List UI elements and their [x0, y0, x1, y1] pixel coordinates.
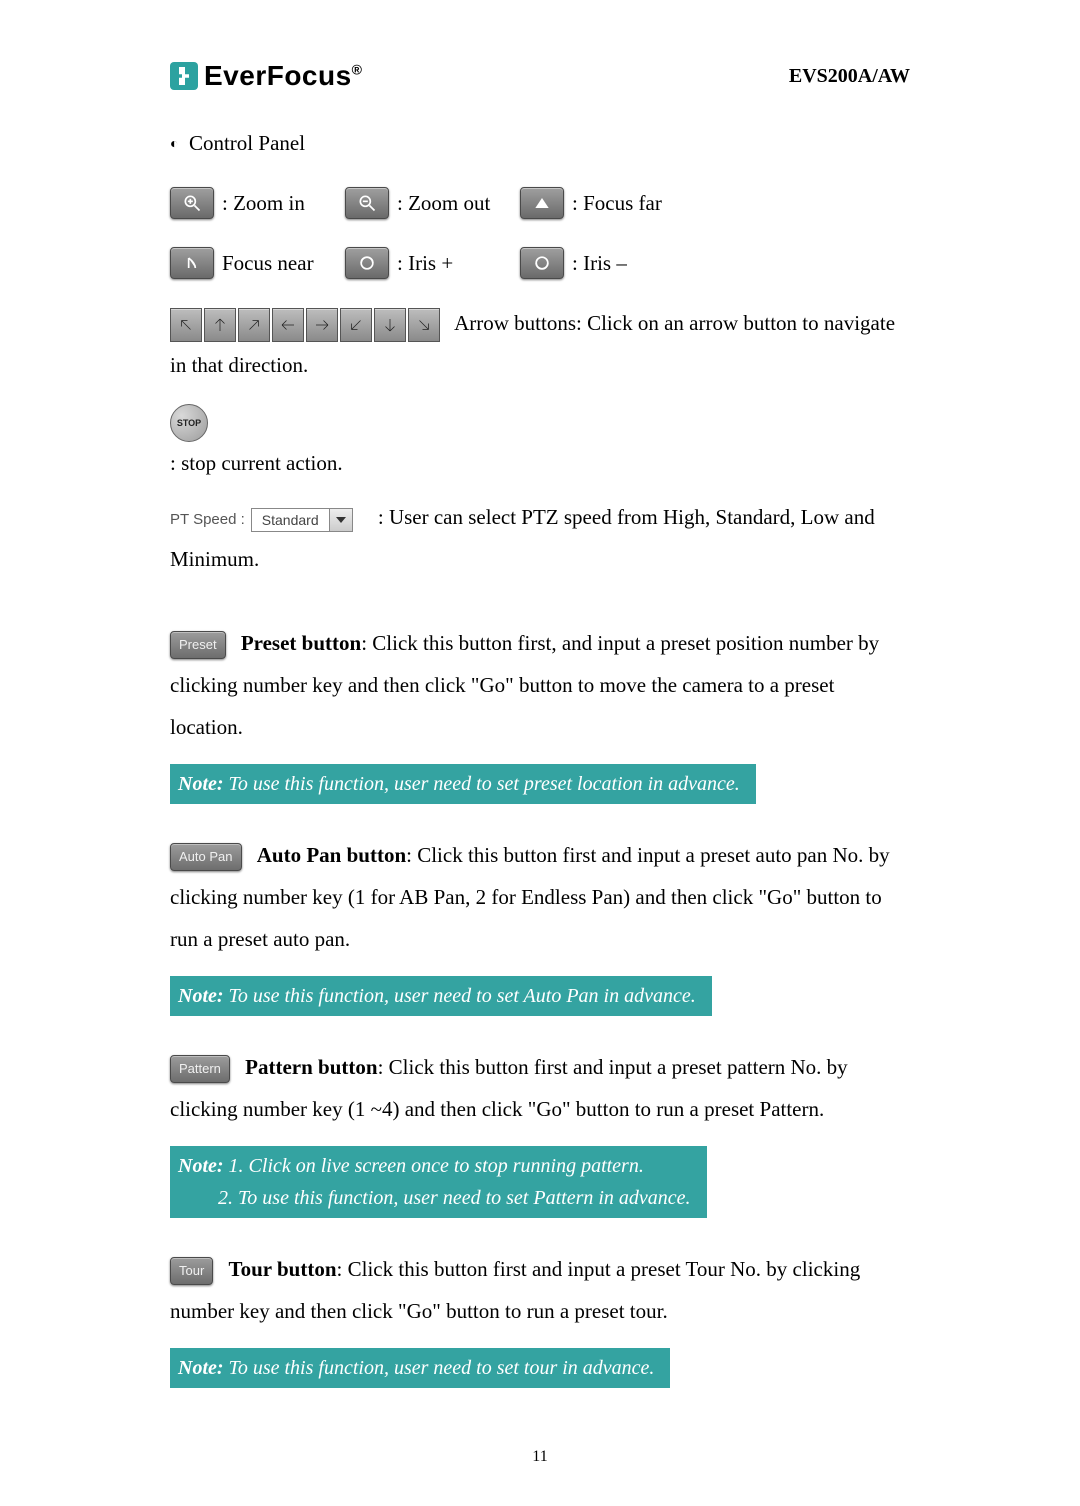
arrow-description: Arrow buttons: Click on an arrow button … — [170, 302, 910, 386]
arrow-button-strip — [170, 308, 440, 342]
tour-title: Tour button — [229, 1257, 337, 1281]
focus-far-icon — [532, 193, 552, 213]
page-number: 11 — [170, 1448, 910, 1466]
iris-minus-button[interactable] — [520, 247, 564, 279]
pattern-button[interactable]: Pattern — [170, 1055, 230, 1083]
page-header: EverFocus® EVS200A/AW — [170, 60, 910, 92]
arrow-down-right-icon — [415, 316, 433, 334]
zoom-out-icon — [357, 193, 377, 213]
preset-title: Preset button — [241, 631, 361, 655]
chevron-down-icon — [329, 509, 352, 531]
arrow-up-left-button[interactable] — [170, 308, 202, 342]
arrow-left-button[interactable] — [272, 308, 304, 342]
zoom-out-label: : Zoom out — [397, 182, 490, 224]
tour-paragraph: Tour Tour button: Click this button firs… — [170, 1248, 910, 1332]
autopan-button[interactable]: Auto Pan — [170, 843, 242, 871]
arrow-up-button[interactable] — [204, 308, 236, 342]
arrow-right-button[interactable] — [306, 308, 338, 342]
pattern-title: Pattern button — [245, 1055, 377, 1079]
ptspeed-label: PT Speed : — [170, 505, 245, 535]
stop-description: STOP : stop current action. — [170, 398, 910, 484]
zoom-in-button[interactable] — [170, 187, 214, 219]
brand-logo: EverFocus® — [170, 60, 363, 92]
stop-text: : stop current action. — [170, 451, 343, 475]
preset-button[interactable]: Preset — [170, 631, 226, 659]
arrow-right-icon — [313, 316, 331, 334]
model-number: EVS200A/AW — [789, 65, 910, 88]
iris-plus-button[interactable] — [345, 247, 389, 279]
arrow-up-right-icon — [245, 316, 263, 334]
focus-near-button[interactable] — [170, 247, 214, 279]
ptspeed-select[interactable]: Standard — [251, 508, 353, 532]
ptspeed-control: PT Speed : Standard — [170, 505, 353, 535]
iris-plus-icon — [357, 253, 377, 273]
focus-near-icon — [182, 253, 202, 273]
ptspeed-value: Standard — [252, 506, 329, 534]
zoom-in-label: : Zoom in — [222, 182, 305, 224]
zoom-out-button[interactable] — [345, 187, 389, 219]
arrow-down-button[interactable] — [374, 308, 406, 342]
zoom-in-icon — [182, 193, 202, 213]
pattern-note: Note: 1. Click on live screen once to st… — [170, 1146, 707, 1218]
autopan-paragraph: Auto Pan Auto Pan button: Click this but… — [170, 834, 910, 960]
arrow-down-left-icon — [347, 316, 365, 334]
section-heading: ◐ Control Panel — [170, 122, 910, 164]
arrow-up-left-icon — [177, 316, 195, 334]
document-page: EverFocus® EVS200A/AW ◐ Control Panel : … — [0, 0, 1080, 1506]
preset-note: Note: To use this function, user need to… — [170, 764, 756, 804]
iris-minus-label: : Iris – — [572, 242, 627, 284]
control-row-1: : Zoom in : Zoom out : Focus far — [170, 182, 910, 224]
iris-plus-label: : Iris + — [397, 242, 453, 284]
pattern-paragraph: Pattern Pattern button: Click this butto… — [170, 1046, 910, 1130]
tour-button[interactable]: Tour — [170, 1257, 213, 1285]
stop-button[interactable]: STOP — [170, 404, 208, 442]
preset-paragraph: Preset Preset button: Click this button … — [170, 622, 910, 748]
brand-name: EverFocus® — [204, 60, 363, 92]
autopan-note: Note: To use this function, user need to… — [170, 976, 712, 1016]
autopan-title: Auto Pan button — [257, 843, 406, 867]
tour-note: Note: To use this function, user need to… — [170, 1348, 670, 1388]
focus-near-label: Focus near — [222, 242, 314, 284]
arrow-up-icon — [211, 316, 229, 334]
focus-far-label: : Focus far — [572, 182, 662, 224]
arrow-left-icon — [279, 316, 297, 334]
arrow-up-right-button[interactable] — [238, 308, 270, 342]
focus-far-button[interactable] — [520, 187, 564, 219]
arrow-down-right-button[interactable] — [408, 308, 440, 342]
arrow-down-icon — [381, 316, 399, 334]
arrow-down-left-button[interactable] — [340, 308, 372, 342]
iris-minus-icon — [532, 253, 552, 273]
ptspeed-description: PT Speed : Standard : User can select PT… — [170, 496, 910, 580]
logo-icon — [170, 62, 198, 90]
control-row-2: Focus near : Iris + : Iris – — [170, 242, 910, 284]
